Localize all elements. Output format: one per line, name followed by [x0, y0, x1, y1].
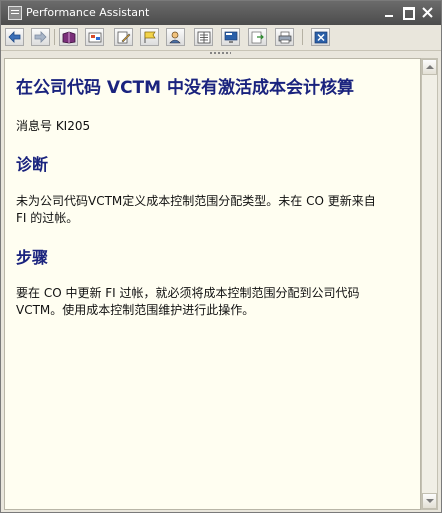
- edit-button[interactable]: [114, 28, 133, 46]
- export-button[interactable]: [248, 28, 267, 46]
- procedure-text: 要在 CO 中更新 FI 过帐，就必须将成本控制范围分配到公司代码 VCTM。使…: [16, 285, 411, 319]
- resize-grip[interactable]: [209, 51, 231, 55]
- diagnosis-text: 未为公司代码VCTM定义成本控制范围分配类型。未在 CO 更新来自 FI 的过帐…: [16, 193, 411, 227]
- edit-icon: [117, 31, 131, 44]
- section-heading-diagnosis: 诊断: [16, 155, 49, 174]
- help-content: 在公司代码 VCTM 中没有激活成本会计核算 消息号 KI205 诊断 未为公司…: [4, 58, 421, 510]
- print-icon: [278, 31, 292, 44]
- document-button[interactable]: [194, 28, 213, 46]
- user-icon: [169, 31, 181, 44]
- back-button[interactable]: [5, 28, 24, 46]
- document-icon: [197, 31, 211, 44]
- technical-info-icon: [88, 32, 102, 43]
- book-icon: [62, 31, 76, 44]
- flag-button[interactable]: [140, 28, 159, 46]
- page-title: 在公司代码 VCTM 中没有激活成本会计核算: [16, 78, 354, 98]
- app-icon: [8, 6, 22, 20]
- close-window-button[interactable]: [421, 6, 434, 19]
- screen-button[interactable]: [221, 28, 240, 46]
- forward-icon: [34, 31, 47, 43]
- print-button[interactable]: [275, 28, 294, 46]
- maximize-button[interactable]: [402, 6, 415, 20]
- minimize-button[interactable]: [383, 6, 396, 19]
- close-document-button[interactable]: [311, 28, 330, 46]
- toolbar-separator: [54, 29, 55, 45]
- title-bar[interactable]: Performance Assistant: [1, 1, 441, 25]
- user-button[interactable]: [166, 28, 185, 46]
- flag-icon: [144, 31, 156, 43]
- book-button[interactable]: [59, 28, 78, 46]
- scroll-down-button[interactable]: [422, 493, 437, 509]
- vertical-scrollbar[interactable]: [421, 58, 438, 510]
- screen-icon: [224, 31, 238, 43]
- procedure-line-1: 要在 CO 中更新 FI 过帐，就必须将成本控制范围分配到公司代码: [16, 286, 360, 300]
- back-icon: [8, 31, 21, 43]
- diagnosis-line-2: FI 的过帐。: [16, 211, 79, 225]
- toolbar-separator: [302, 29, 303, 45]
- technical-info-button[interactable]: [85, 28, 104, 46]
- procedure-line-2: VCTM。使用成本控制范围维护进行此操作。: [16, 303, 255, 317]
- performance-assistant-window: Performance Assistant 在公司代码 VCTM 中没有激活成本…: [0, 0, 442, 513]
- section-heading-procedure: 步骤: [16, 248, 49, 267]
- message-number: 消息号 KI205: [16, 119, 91, 133]
- toolbar: [1, 25, 441, 51]
- close-icon: [422, 7, 433, 18]
- forward-button[interactable]: [31, 28, 50, 46]
- window-title: Performance Assistant: [26, 6, 150, 19]
- close-icon: [314, 31, 328, 44]
- export-icon: [251, 31, 264, 44]
- scroll-up-button[interactable]: [422, 59, 437, 75]
- diagnosis-line-1: 未为公司代码VCTM定义成本控制范围分配类型。未在 CO 更新来自: [16, 194, 376, 208]
